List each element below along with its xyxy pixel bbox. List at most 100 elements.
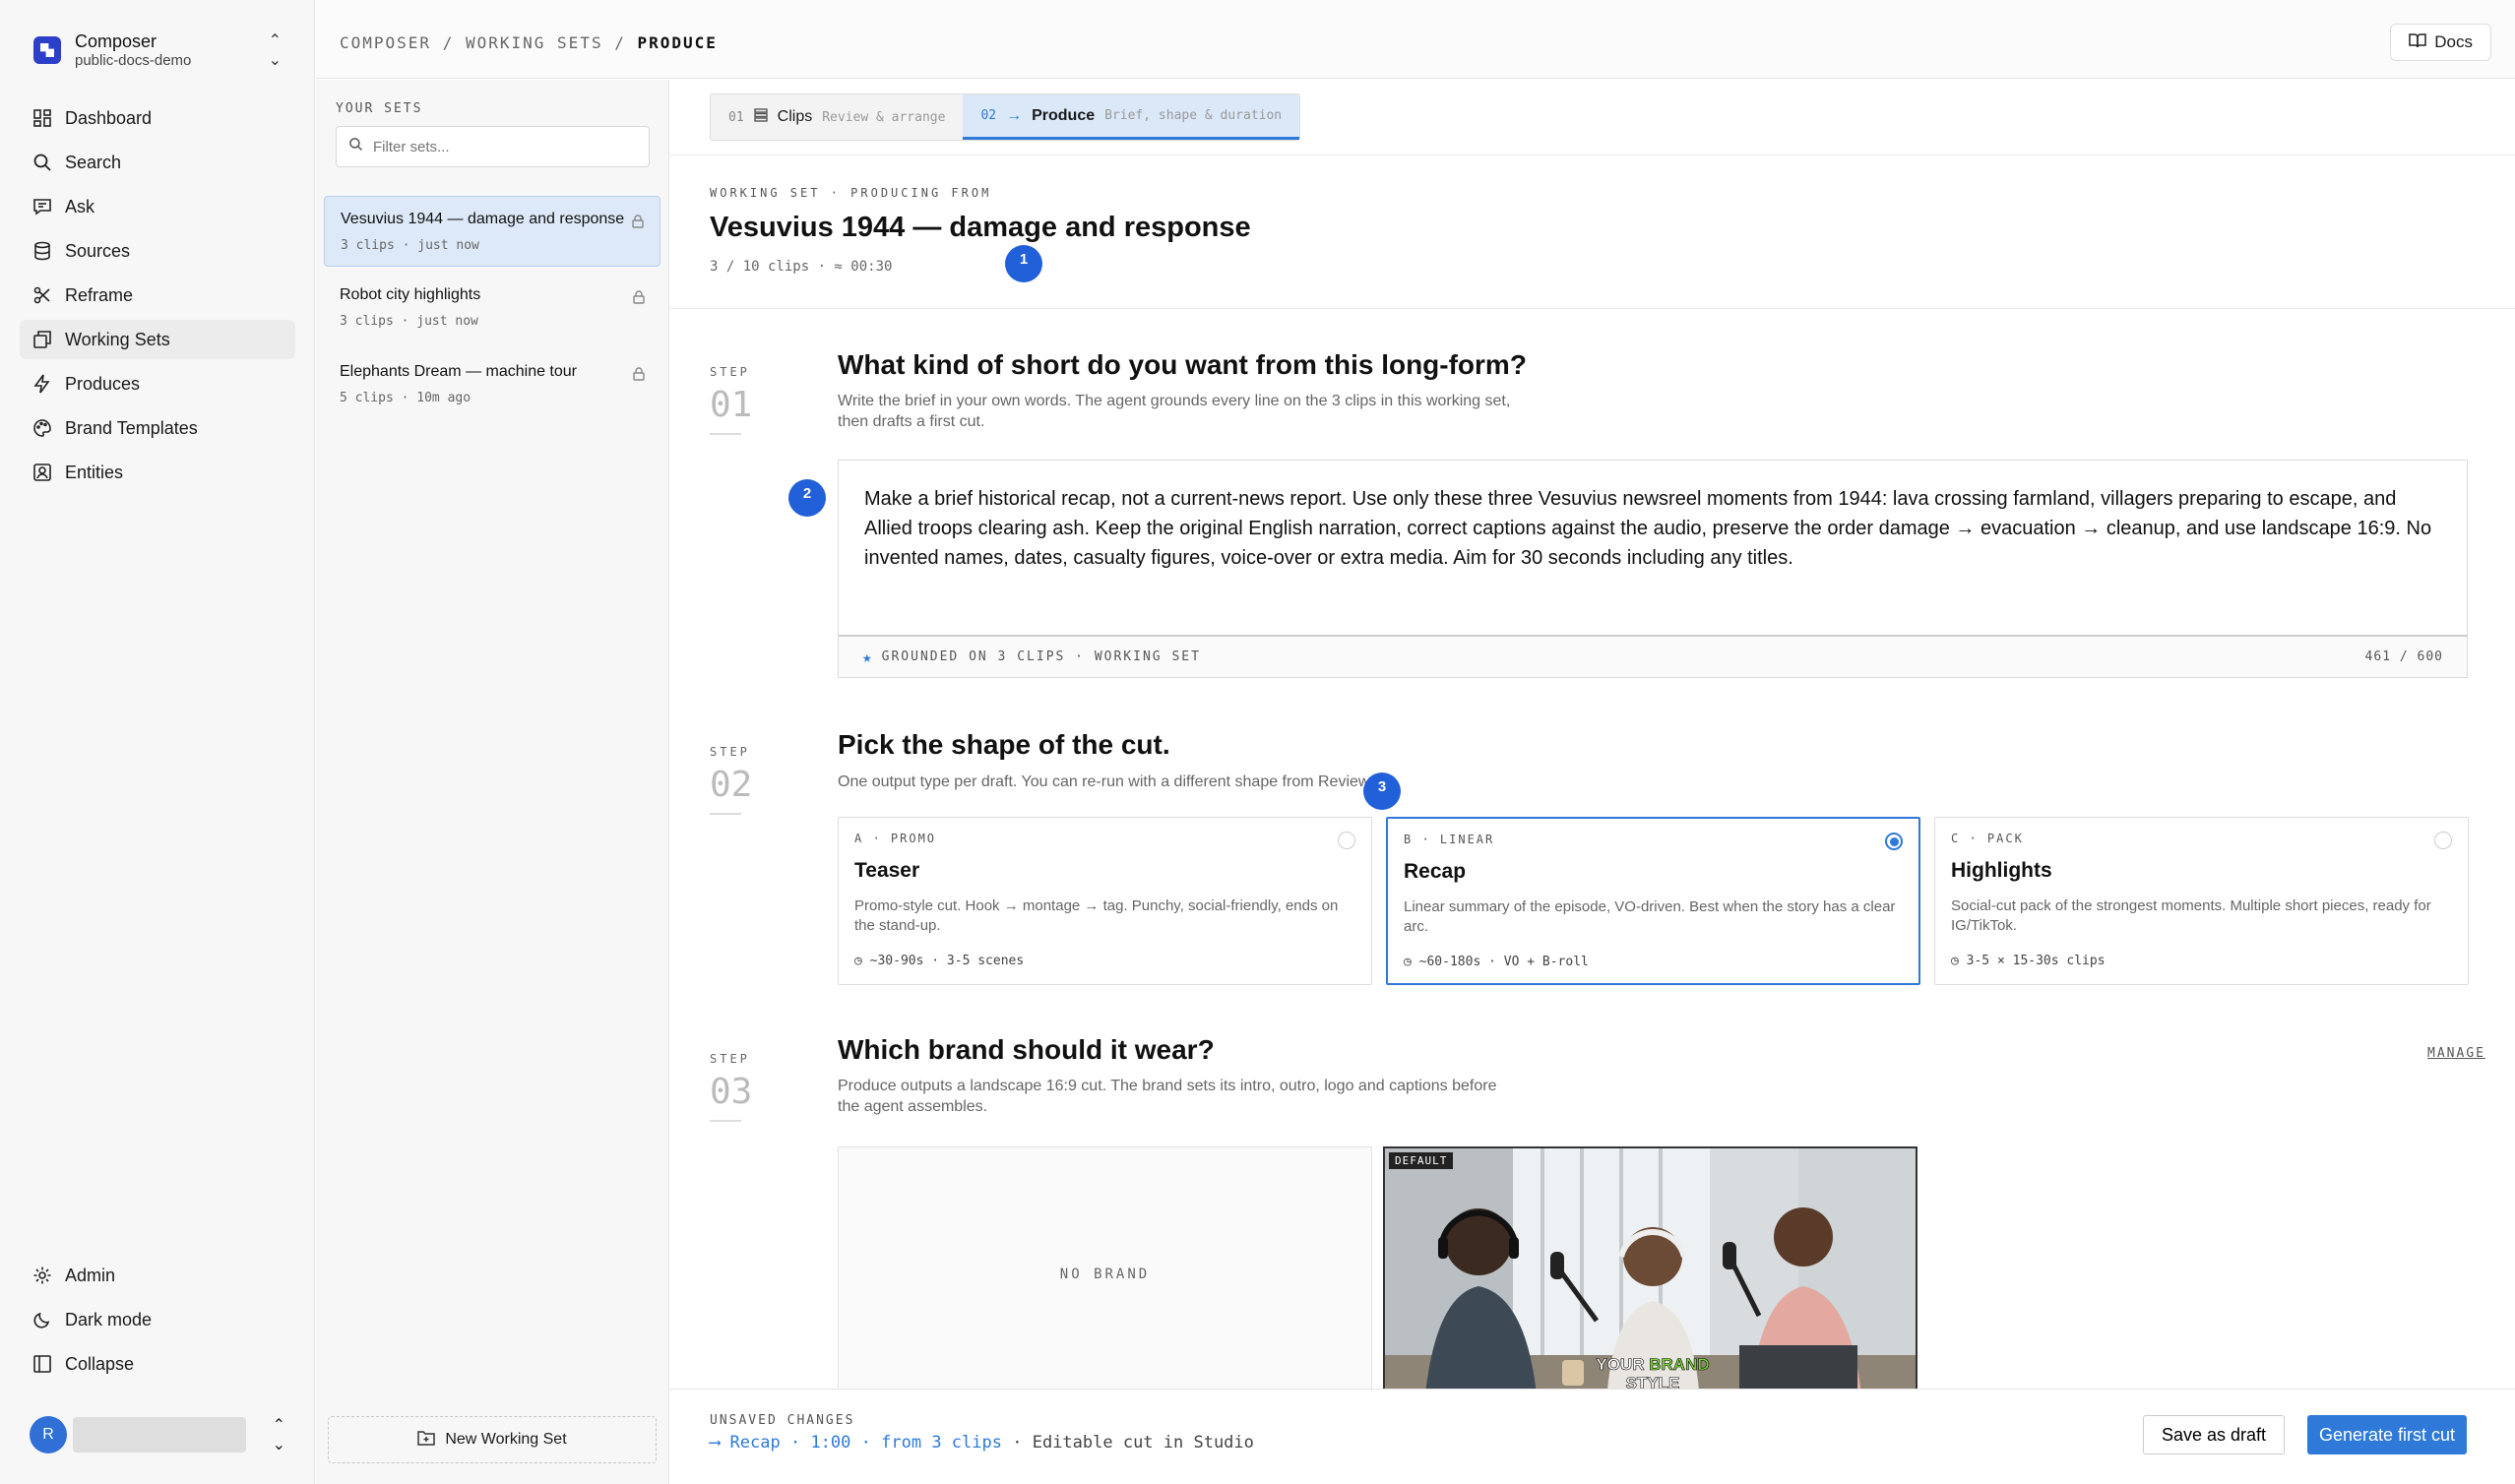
lock-icon — [633, 367, 645, 384]
working-set-label: WORKING SET · PRODUCING FROM — [710, 186, 992, 200]
search-icon — [348, 137, 363, 156]
avatar: R — [30, 1416, 67, 1453]
sidebar-item-produces[interactable]: Produces — [20, 364, 295, 403]
step3-desc-line2: the agent assembles. — [838, 1098, 988, 1115]
star-icon: ★ — [862, 648, 874, 666]
produce-main: 01 Clips Review & arrange 02 → Produce B… — [670, 80, 2515, 1389]
step-indicator-02: STEP 02 — [710, 745, 752, 815]
clock-icon: ◷ — [854, 954, 870, 968]
overlay-text-your: YOUR — [1596, 1355, 1644, 1374]
card-footer: ◷ ~30-90s · 3-5 scenes — [854, 954, 1024, 968]
set-item-elephants-dream[interactable]: Elephants Dream — machine tour 5 clips ·… — [324, 349, 660, 420]
nav-bottom: Admin Dark mode Collapse — [20, 1256, 295, 1389]
scissors-icon — [31, 284, 53, 306]
cut-summary: ⟶ Recap · 1:00 · from 3 clips · Editable… — [710, 1433, 1254, 1453]
breadcrumb-working-sets[interactable]: WORKING SETS — [466, 33, 603, 52]
nav-list: Dashboard Search Ask Sources Reframe Wor… — [20, 98, 295, 497]
summary-duration: 1:00 — [810, 1433, 851, 1453]
sidebar-item-reframe[interactable]: Reframe — [20, 276, 295, 315]
grounded-label: GROUNDED ON 3 CLIPS · WORKING SET — [881, 649, 1201, 664]
char-count: 461 / 600 — [2364, 649, 2443, 664]
radio-teaser[interactable] — [1338, 832, 1355, 849]
card-title: Highlights — [1951, 859, 2052, 882]
sidebar-item-sources[interactable]: Sources — [20, 231, 295, 271]
overlay-text-style: STYLE — [1626, 1374, 1680, 1389]
tab-sub: Review & arrange — [822, 109, 946, 125]
card-footer: ◷ 3-5 × 15-30s clips — [1951, 954, 2106, 968]
manage-brands-link[interactable]: MANAGE — [2427, 1046, 2485, 1061]
sidebar-item-dashboard[interactable]: Dashboard — [20, 98, 295, 138]
list-icon — [753, 107, 768, 127]
tab-clips[interactable]: 01 Clips Review & arrange — [711, 94, 963, 140]
card-duration: ~30-90s · 3-5 scenes — [869, 954, 1025, 968]
save-draft-button[interactable]: Save as draft — [2142, 1415, 2285, 1454]
breadcrumb-composer[interactable]: COMPOSER — [340, 33, 431, 52]
step1-desc-line2: then drafts a first cut. — [838, 413, 985, 430]
step-label: STEP — [710, 745, 750, 759]
tab-produce[interactable]: 02 → Produce Brief, shape & duration — [963, 94, 1300, 140]
set-meta: 3 / 10 clips · ≈ 00:30 — [710, 259, 893, 275]
tab-sub: Brief, shape & duration — [1104, 108, 1283, 123]
composer-logo-icon — [33, 36, 61, 64]
generate-first-cut-button[interactable]: Generate first cut — [2306, 1415, 2467, 1454]
radio-recap[interactable] — [1885, 833, 1903, 850]
search-icon — [31, 152, 53, 173]
card-footer: ◷ ~60-180s · VO + B-roll — [1404, 955, 1589, 969]
shape-card-highlights[interactable]: C · PACK Highlights Social-cut pack of t… — [1934, 817, 2469, 985]
step3-desc-line1: Produce outputs a landscape 16:9 cut. Th… — [838, 1078, 1497, 1094]
brand-option-none[interactable]: NO BRAND — [838, 1146, 1372, 1389]
tab-label: Produce — [1032, 106, 1096, 124]
tab-label: Clips — [777, 108, 813, 125]
set-item-vesuvius[interactable]: Vesuvius 1944 — damage and response 3 cl… — [324, 196, 660, 267]
chat-icon — [31, 196, 53, 217]
sidebar-item-brand-templates[interactable]: Brand Templates — [20, 408, 295, 448]
sidebar-item-dark-mode[interactable]: Dark mode — [20, 1300, 295, 1339]
sidebar-item-search[interactable]: Search — [20, 143, 295, 182]
summary-source: from 3 clips — [881, 1433, 1002, 1453]
collapse-icon — [31, 1353, 53, 1375]
no-brand-label: NO BRAND — [1059, 1267, 1151, 1282]
shape-card-teaser[interactable]: A · PROMO Teaser Promo-style cut. Hook →… — [838, 817, 1372, 985]
sidebar-item-label: Sources — [65, 240, 131, 261]
sidebar-item-label: Search — [65, 152, 122, 172]
shape-card-recap[interactable]: B · LINEAR Recap Linear summary of the e… — [1386, 817, 1920, 985]
radio-highlights[interactable] — [2434, 832, 2452, 849]
sidebar-item-label: Admin — [65, 1265, 116, 1285]
filter-field[interactable] — [336, 126, 650, 167]
sidebar-item-working-sets[interactable]: Working Sets — [20, 320, 295, 359]
card-duration: ~60-180s · VO + B-roll — [1418, 955, 1589, 969]
summary-dot: · — [1012, 1433, 1023, 1453]
card-kicker: A · PROMO — [854, 832, 937, 845]
sidebar-item-label: Ask — [65, 196, 95, 216]
sidebar-item-collapse[interactable]: Collapse — [20, 1344, 295, 1384]
set-item-robot-city[interactable]: Robot city highlights 3 clips · just now — [324, 273, 660, 343]
book-icon — [2409, 32, 2427, 53]
new-working-set-button[interactable]: New Working Set — [328, 1416, 657, 1463]
brand-option-default[interactable]: DEFAULT YOUR BRAND STYLE — [1383, 1146, 1918, 1389]
workspace-switcher[interactable]: Composer public-docs-demo ⌃ ⌄ — [20, 20, 295, 81]
brief-textarea[interactable]: Make a brief historical recap, not a cur… — [838, 460, 2468, 637]
brief-footer: ★ GROUNDED ON 3 CLIPS · WORKING SET 461 … — [838, 637, 2468, 678]
sidebar-item-admin[interactable]: Admin — [20, 1256, 295, 1295]
card-title: Recap — [1404, 860, 1467, 883]
set-meta: 3 clips · just now — [340, 314, 478, 329]
sidebar-item-ask[interactable]: Ask — [20, 187, 295, 226]
card-title: Teaser — [854, 859, 920, 882]
annotation-marker-2: 2 — [788, 479, 826, 517]
sidebar-item-entities[interactable]: Entities — [20, 453, 295, 492]
user-menu[interactable]: R ⌃ ⌄ — [20, 1411, 295, 1458]
sidebar-item-label: Brand Templates — [65, 417, 198, 438]
step2-desc: One output type per draft. You can re-ru… — [838, 773, 1374, 790]
default-badge: DEFAULT — [1389, 1152, 1454, 1169]
unsaved-status: UNSAVED CHANGES — [710, 1413, 855, 1428]
card-kicker: B · LINEAR — [1404, 833, 1495, 846]
breadcrumb: COMPOSER / WORKING SETS / PRODUCE — [340, 33, 718, 52]
set-meta: 5 clips · 10m ago — [340, 391, 472, 405]
docs-button[interactable]: Docs — [2390, 24, 2491, 61]
card-desc: Linear summary of the episode, VO-driven… — [1404, 898, 1896, 935]
filter-input[interactable] — [373, 138, 629, 155]
sets-panel: YOUR SETS Vesuvius 1944 — damage and res… — [316, 80, 669, 1484]
new-working-set-label: New Working Set — [445, 1431, 567, 1448]
summary-dot: · — [789, 1433, 801, 1453]
step-label: STEP — [710, 1052, 750, 1066]
